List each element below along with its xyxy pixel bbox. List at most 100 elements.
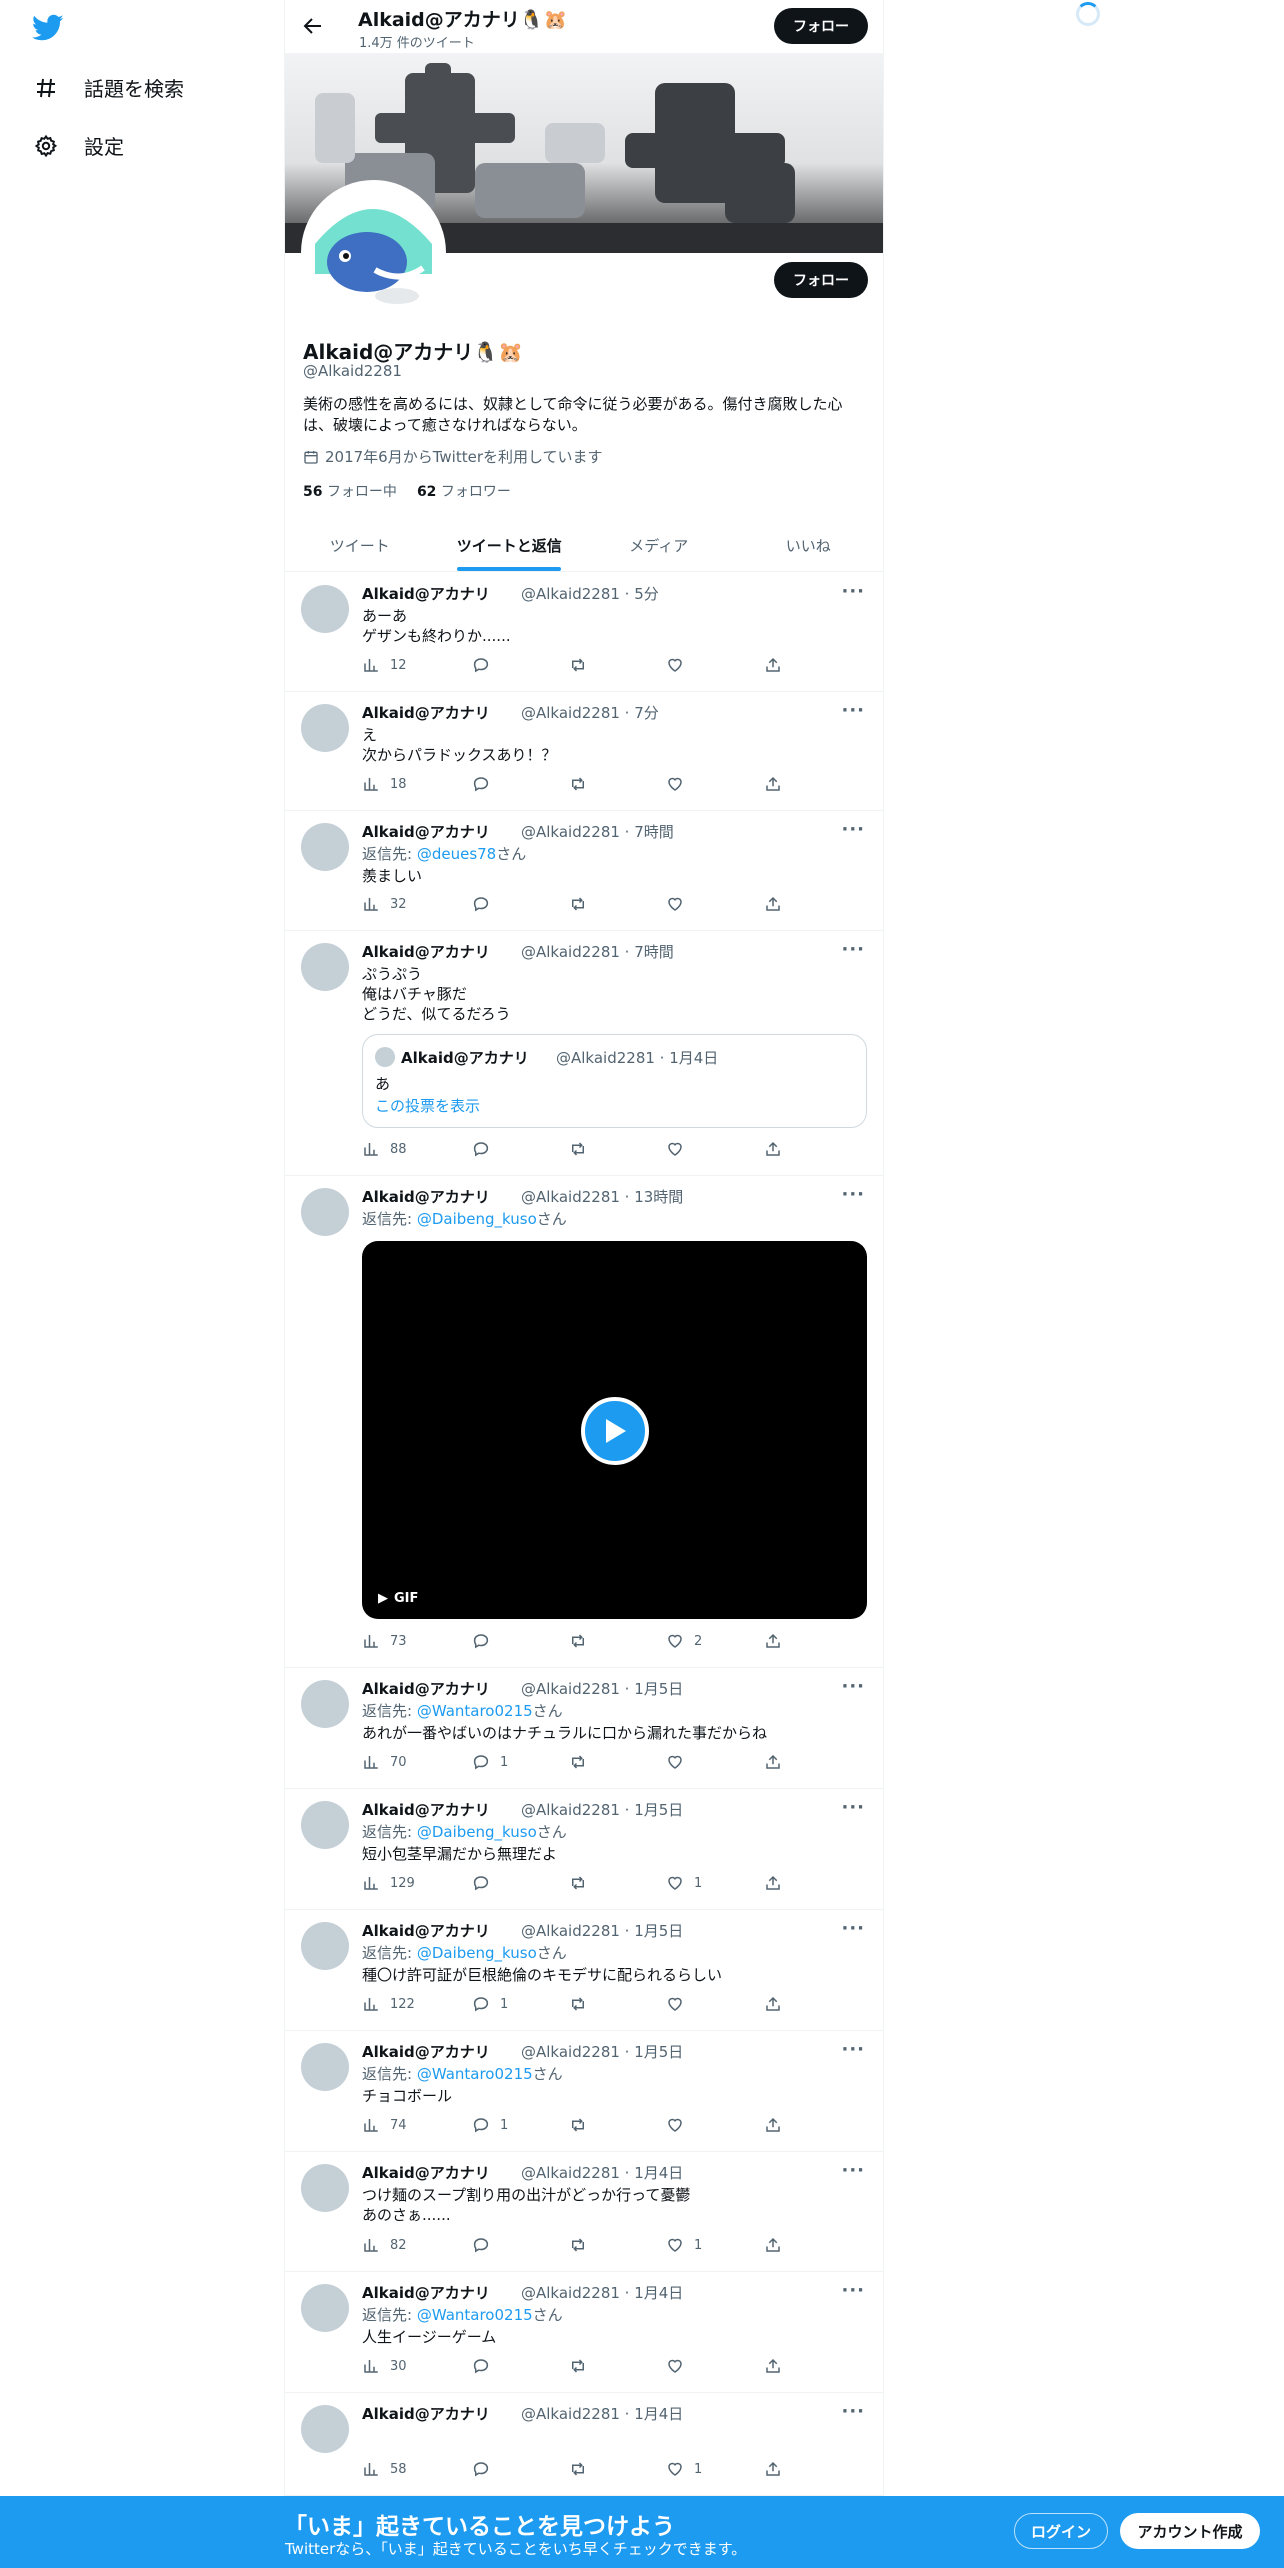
- reply-to-mention[interactable]: @Wantaro0215: [417, 2306, 533, 2324]
- retweet-button[interactable]: [569, 1753, 587, 1771]
- retweet-button[interactable]: [569, 2236, 587, 2254]
- reply-button[interactable]: [472, 775, 500, 793]
- share-button[interactable]: [764, 895, 782, 913]
- views-button[interactable]: 88: [362, 1140, 407, 1158]
- views-button[interactable]: 129: [362, 1874, 415, 1892]
- reply-button[interactable]: [472, 1874, 500, 1892]
- like-button[interactable]: 1: [666, 1874, 702, 1892]
- share-button[interactable]: [764, 1874, 782, 1892]
- like-button[interactable]: [666, 1753, 694, 1771]
- views-button[interactable]: 12: [362, 656, 407, 674]
- retweet-button[interactable]: [569, 656, 587, 674]
- share-button[interactable]: [764, 2116, 782, 2134]
- more-options-icon[interactable]: ···: [841, 2160, 865, 2181]
- tweet-author-name[interactable]: Alkaid@アカナリ: [362, 702, 490, 723]
- reply-to-mention[interactable]: @Daibeng_kuso: [417, 1944, 537, 1962]
- views-button[interactable]: 30: [362, 2357, 407, 2375]
- share-button[interactable]: [764, 2236, 782, 2254]
- tweet-author-name[interactable]: Alkaid@アカナリ: [362, 941, 490, 962]
- more-options-icon[interactable]: ···: [841, 819, 865, 840]
- views-button[interactable]: 74: [362, 2116, 407, 2134]
- share-button[interactable]: [764, 1632, 782, 1650]
- tweet-avatar[interactable]: [301, 704, 349, 752]
- reply-button[interactable]: [472, 1140, 500, 1158]
- tweet-author-name[interactable]: Alkaid@アカナリ: [362, 2041, 490, 2062]
- reply-button[interactable]: 1: [472, 2116, 508, 2134]
- reply-button[interactable]: [472, 2460, 500, 2478]
- tab-media[interactable]: メディア: [584, 520, 734, 571]
- tweet[interactable]: Alkaid@アカナリ @Alkaid2281 · 1月4日 ··· 返信先: @Wa…: [285, 2272, 883, 2393]
- tweet[interactable]: Alkaid@アカナリ @Alkaid2281 · 7時間 ··· 返信先: @deu…: [285, 811, 883, 931]
- share-button[interactable]: [764, 1140, 782, 1158]
- reply-button[interactable]: [472, 2236, 500, 2254]
- tweet-avatar[interactable]: [301, 1188, 349, 1236]
- share-button[interactable]: [764, 2357, 782, 2375]
- reply-to-mention[interactable]: @Daibeng_kuso: [417, 1823, 537, 1841]
- reply-button[interactable]: [472, 895, 500, 913]
- like-button[interactable]: [666, 1140, 694, 1158]
- like-button[interactable]: [666, 775, 694, 793]
- tweet-author-name[interactable]: Alkaid@アカナリ: [362, 1678, 490, 1699]
- tweet-author-name[interactable]: Alkaid@アカナリ: [362, 2282, 490, 2303]
- nav-explore[interactable]: 話題を検索: [34, 73, 184, 102]
- tweet-avatar[interactable]: [301, 1801, 349, 1849]
- like-button[interactable]: 1: [666, 2236, 702, 2254]
- reply-button[interactable]: 1: [472, 1753, 508, 1771]
- more-options-icon[interactable]: ···: [841, 1184, 865, 1205]
- tweet-avatar[interactable]: [301, 585, 349, 633]
- retweet-button[interactable]: [569, 2460, 587, 2478]
- views-button[interactable]: 122: [362, 1995, 415, 2013]
- more-options-icon[interactable]: ···: [841, 700, 865, 721]
- tweet-author-name[interactable]: Alkaid@アカナリ: [362, 1186, 490, 1207]
- back-arrow-icon[interactable]: [301, 14, 325, 38]
- share-button[interactable]: [764, 775, 782, 793]
- reply-to-mention[interactable]: @Wantaro0215: [417, 1702, 533, 1720]
- play-icon[interactable]: [581, 1397, 649, 1465]
- like-button[interactable]: 2: [666, 1632, 702, 1650]
- reply-to-mention[interactable]: @Daibeng_kuso: [417, 1210, 537, 1228]
- tab-tweets-and-replies[interactable]: ツイートと返信: [435, 520, 585, 571]
- retweet-button[interactable]: [569, 1140, 587, 1158]
- tweet-avatar[interactable]: [301, 1922, 349, 1970]
- views-button[interactable]: 70: [362, 1753, 407, 1771]
- tab-tweets[interactable]: ツイート: [285, 520, 435, 571]
- followers-link[interactable]: 62 フォロワー: [417, 481, 511, 501]
- tweet-avatar[interactable]: [301, 2284, 349, 2332]
- more-options-icon[interactable]: ···: [841, 939, 865, 960]
- tweet-author-name[interactable]: Alkaid@アカナリ: [362, 1799, 490, 1820]
- more-options-icon[interactable]: ···: [841, 1918, 865, 1939]
- tweet[interactable]: Alkaid@アカナリ @Alkaid2281 · 13時間 ··· 返信先: @Da…: [285, 1176, 883, 1668]
- like-button[interactable]: 1: [666, 2460, 702, 2478]
- tweet-avatar[interactable]: [301, 943, 349, 991]
- share-button[interactable]: [764, 1753, 782, 1771]
- share-button[interactable]: [764, 2460, 782, 2478]
- retweet-button[interactable]: [569, 1874, 587, 1892]
- tweet-avatar[interactable]: [301, 823, 349, 871]
- share-button[interactable]: [764, 1995, 782, 2013]
- retweet-button[interactable]: [569, 775, 587, 793]
- views-button[interactable]: 32: [362, 895, 407, 913]
- profile-follow-button[interactable]: フォロー: [774, 262, 868, 298]
- login-button[interactable]: ログイン: [1014, 2513, 1108, 2549]
- tweet[interactable]: Alkaid@アカナリ @Alkaid2281 · 7時間 ··· ぷうぷう 俺はバチ…: [285, 931, 883, 1176]
- tweet-avatar[interactable]: [301, 2405, 349, 2453]
- tweet[interactable]: Alkaid@アカナリ @Alkaid2281 · 1月4日 ··· 58 1: [285, 2393, 883, 2496]
- tweet-avatar[interactable]: [301, 2043, 349, 2091]
- views-button[interactable]: 58: [362, 2460, 407, 2478]
- tweet-author-name[interactable]: Alkaid@アカナリ: [362, 583, 490, 604]
- profile-avatar[interactable]: [301, 180, 446, 325]
- tweet[interactable]: Alkaid@アカナリ @Alkaid2281 · 1月5日 ··· 返信先: @Wa…: [285, 1668, 883, 1789]
- tweet[interactable]: Alkaid@アカナリ @Alkaid2281 · 5分 ··· あーあ ゲザンも終わ…: [285, 573, 883, 692]
- more-options-icon[interactable]: ···: [841, 581, 865, 602]
- tweet[interactable]: Alkaid@アカナリ @Alkaid2281 · 1月5日 ··· 返信先: @Da…: [285, 1910, 883, 2031]
- show-poll-link[interactable]: この投票を表示: [375, 1095, 480, 1116]
- tweet-author-name[interactable]: Alkaid@アカナリ: [362, 821, 490, 842]
- views-button[interactable]: 82: [362, 2236, 407, 2254]
- share-button[interactable]: [764, 656, 782, 674]
- tweet[interactable]: Alkaid@アカナリ @Alkaid2281 · 1月5日 ··· 返信先: @Da…: [285, 1789, 883, 1910]
- more-options-icon[interactable]: ···: [841, 2039, 865, 2060]
- tweet-author-name[interactable]: Alkaid@アカナリ: [362, 2162, 490, 2183]
- retweet-button[interactable]: [569, 2116, 587, 2134]
- tweet-author-name[interactable]: Alkaid@アカナリ: [362, 1920, 490, 1941]
- reply-button[interactable]: 1: [472, 1995, 508, 2013]
